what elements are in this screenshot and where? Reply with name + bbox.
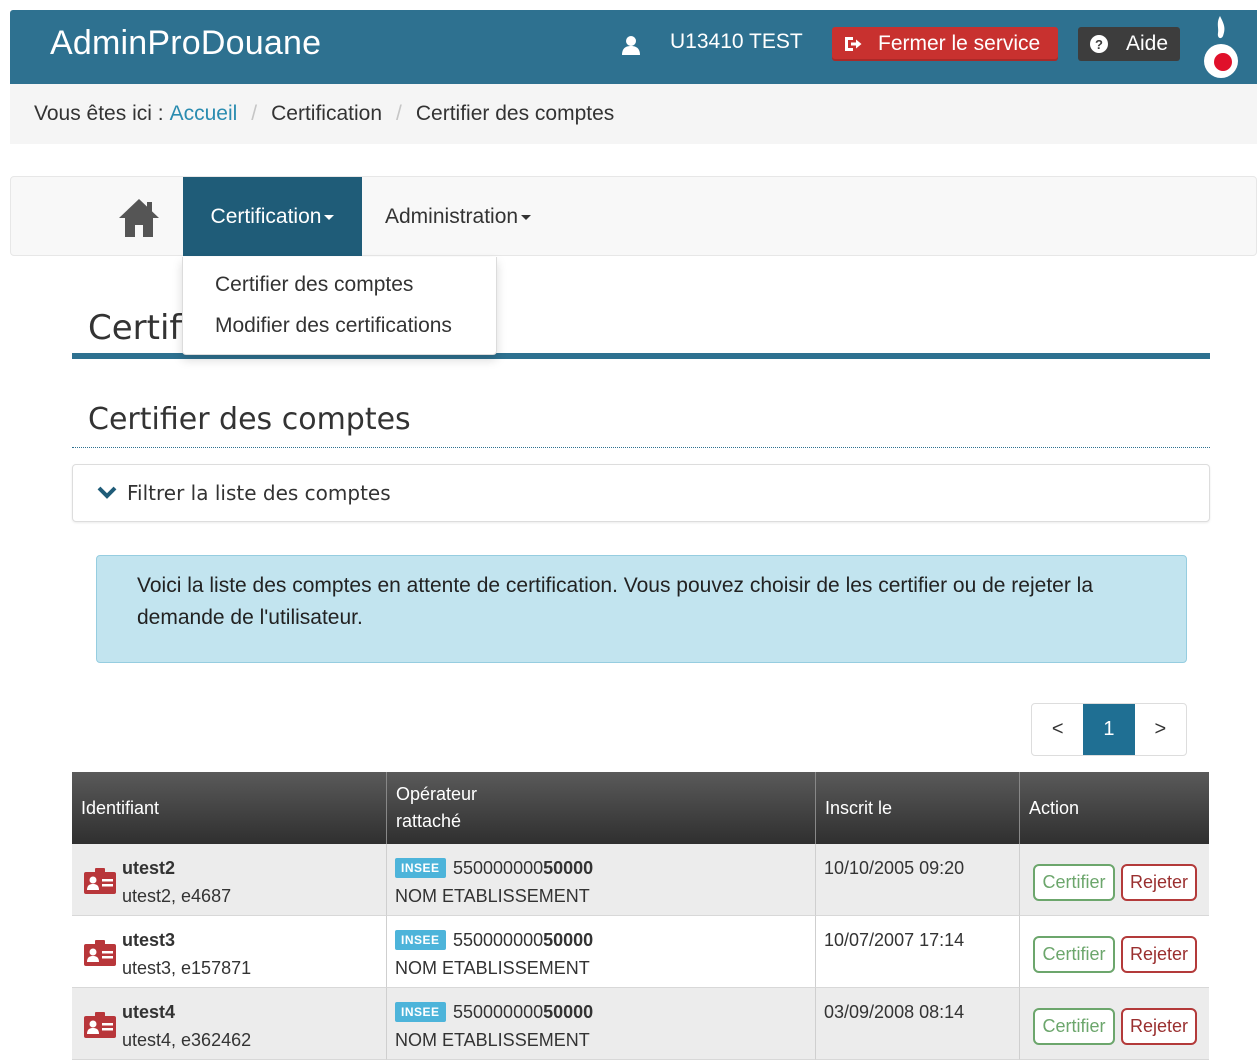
establishment-name: NOM ETABLISSEMENT — [395, 1030, 590, 1050]
breadcrumb: Vous êtes ici : Accueil / Certification … — [10, 84, 1257, 144]
reject-button[interactable]: Rejeter — [1121, 1008, 1197, 1045]
breadcrumb-certification[interactable]: Certification — [271, 102, 382, 126]
pagination-prev[interactable]: < — [1032, 704, 1083, 755]
caret-down-icon — [324, 215, 335, 220]
reject-button[interactable]: Rejeter — [1121, 936, 1197, 973]
nav-administration[interactable]: Administration — [385, 177, 532, 256]
user-login: utest2 — [122, 858, 176, 878]
cell-identifier: utest2 utest2, e4687 — [72, 844, 387, 916]
pagination-next[interactable]: > — [1135, 704, 1186, 755]
cell-actions: Certifier Rejeter — [1020, 844, 1209, 916]
column-header-operator-line2: rattaché — [396, 811, 462, 831]
establishment-name: NOM ETABLISSEMENT — [395, 958, 590, 978]
reject-button[interactable]: Rejeter — [1121, 864, 1197, 901]
certify-button[interactable]: Certifier — [1033, 936, 1115, 973]
table-row: utest2 utest2, e4687 INSEE 5500000005000… — [72, 844, 1209, 916]
cell-actions: Certifier Rejeter — [1020, 916, 1209, 988]
table-row: utest3 utest3, e157871 INSEE 55000000050… — [72, 916, 1209, 988]
section-divider — [72, 447, 1210, 448]
cell-date: 10/10/2005 09:20 — [816, 844, 1020, 916]
column-header-date: Inscrit le — [816, 772, 1020, 844]
cell-actions: Certifier Rejeter — [1020, 988, 1209, 1060]
user-detail: utest4, e362462 — [122, 1030, 252, 1050]
user-detail: utest2, e4687 — [122, 886, 232, 906]
filter-label: Filtrer la liste des comptes — [127, 481, 391, 505]
cell-operator: INSEE 55000000050000 NOM ETABLISSEMENT — [387, 844, 816, 916]
caret-down-icon — [521, 215, 532, 220]
insee-badge: INSEE — [395, 1002, 446, 1022]
registration-date: 10/10/2005 09:20 — [824, 858, 965, 878]
registration-date: 10/07/2007 17:14 — [824, 930, 965, 950]
breadcrumb-home-link[interactable]: Accueil — [170, 102, 238, 126]
help-icon: ? — [1090, 35, 1108, 53]
siret-number: 55000000050000 — [453, 858, 594, 878]
top-header: AdminProDouane U13410 TEST Fermer le ser… — [10, 10, 1257, 84]
cell-date: 03/09/2008 08:14 — [816, 988, 1020, 1060]
breadcrumb-separator: / — [396, 102, 402, 125]
help-button[interactable]: ? Aide — [1078, 27, 1180, 61]
home-icon[interactable] — [117, 196, 161, 240]
logout-icon — [845, 37, 862, 51]
logo-icon — [1204, 16, 1238, 78]
insee-badge: INSEE — [395, 930, 446, 950]
menu-item-modify-certifications[interactable]: Modifier des certifications — [215, 314, 452, 338]
siret-number: 55000000050000 — [453, 1002, 594, 1022]
id-card-icon — [84, 940, 116, 966]
filter-panel-toggle[interactable]: Filtrer la liste des comptes — [72, 464, 1210, 522]
column-header-action: Action — [1029, 797, 1080, 818]
certify-button[interactable]: Certifier — [1033, 1008, 1115, 1045]
menu-item-certify-accounts[interactable]: Certifier des comptes — [215, 273, 413, 297]
user-name: U13410 TEST — [670, 30, 803, 53]
main-navbar: Certification Administration — [10, 176, 1257, 256]
certify-button[interactable]: Certifier — [1033, 864, 1115, 901]
chevron-down-icon — [97, 486, 117, 499]
info-alert: Voici la liste des comptes en attente de… — [96, 555, 1187, 663]
nav-administration-label: Administration — [385, 204, 519, 228]
app-title: AdminProDouane — [50, 24, 322, 62]
help-label: Aide — [1126, 32, 1169, 55]
table-header: Identifiant Opérateur rattaché Inscrit l… — [72, 772, 1209, 844]
table-row: utest4 utest4, e362462 INSEE 55000000050… — [72, 988, 1209, 1060]
breadcrumb-current: Certifier des comptes — [415, 102, 615, 125]
cell-date: 10/07/2007 17:14 — [816, 916, 1020, 988]
user-login: utest3 — [122, 930, 176, 950]
cell-operator: INSEE 55000000050000 NOM ETABLISSEMENT — [387, 916, 816, 988]
id-card-icon — [84, 868, 116, 894]
cell-identifier: utest4 utest4, e362462 — [72, 988, 387, 1060]
accounts-table: Identifiant Opérateur rattaché Inscrit l… — [72, 772, 1209, 1060]
pagination-page-1[interactable]: 1 — [1083, 704, 1135, 755]
insee-badge: INSEE — [395, 858, 446, 878]
column-header-operator-line1: Opérateur — [396, 784, 478, 804]
establishment-name: NOM ETABLISSEMENT — [395, 886, 590, 906]
cell-operator: INSEE 55000000050000 NOM ETABLISSEMENT — [387, 988, 816, 1060]
user-login: utest4 — [122, 1002, 176, 1022]
breadcrumb-prefix: Vous êtes ici : — [34, 102, 164, 125]
page-title: Certifi — [88, 308, 191, 348]
cell-identifier: utest3 utest3, e157871 — [72, 916, 387, 988]
user-icon — [622, 36, 640, 55]
siret-number: 55000000050000 — [453, 930, 594, 950]
id-card-icon — [84, 1012, 116, 1038]
registration-date: 03/09/2008 08:14 — [824, 1002, 965, 1022]
section-title: Certifier des comptes — [88, 402, 411, 437]
column-header-id: Identifiant — [72, 772, 387, 844]
close-service-button[interactable]: Fermer le service — [832, 27, 1058, 61]
breadcrumb-separator: / — [251, 102, 258, 125]
nav-certification[interactable]: Certification — [183, 177, 362, 256]
nav-certification-label: Certification — [210, 204, 322, 228]
close-service-label: Fermer le service — [878, 32, 1041, 55]
user-detail: utest3, e157871 — [122, 958, 252, 978]
column-header-operator: Opérateur rattaché — [387, 772, 816, 844]
certification-dropdown-menu: Certifier des comptes Modifier des certi… — [182, 257, 497, 355]
pagination: < 1 > — [1031, 703, 1187, 756]
